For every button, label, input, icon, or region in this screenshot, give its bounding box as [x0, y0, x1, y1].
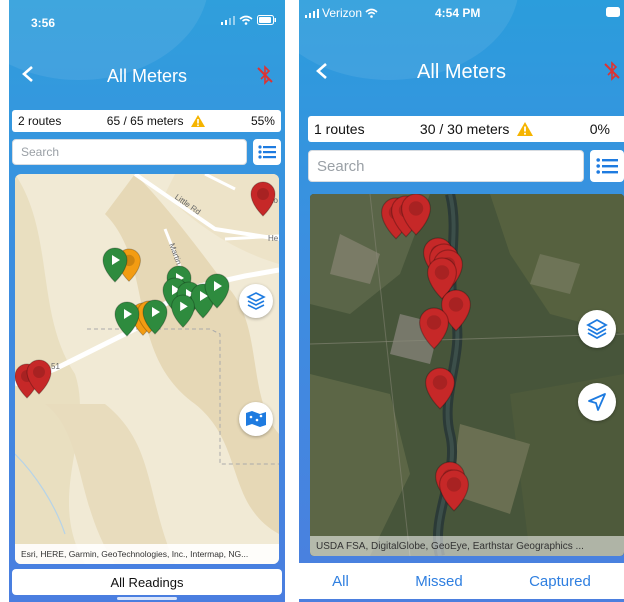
status-bar: Verizon 4:54 PM [299, 0, 624, 40]
navigation-arrow-icon [588, 393, 606, 411]
wifi-icon [365, 8, 378, 18]
map-icon [246, 411, 266, 427]
layers-button[interactable] [578, 310, 616, 348]
meter-marker[interactable] [114, 301, 140, 337]
tab-captured[interactable]: Captured [529, 573, 591, 590]
map-view[interactable]: USDA FSA, DigitalGlobe, GeoEye, Earthsta… [310, 194, 624, 556]
map-attribution: Esri, HERE, Garmin, GeoTechnologies, Inc… [15, 544, 279, 564]
map-view[interactable]: Little Rd Martin St Lo He 51 Esri, HERE,… [15, 174, 279, 564]
meters-count: 65 / 65 meters [106, 114, 184, 128]
bluetooth-disabled-icon [604, 61, 620, 81]
warning-icon[interactable] [516, 121, 534, 137]
page-title: All Meters [106, 66, 187, 86]
signal-icon [305, 9, 319, 18]
filter-selector[interactable]: All Readings [12, 569, 282, 595]
meter-marker[interactable] [102, 247, 128, 283]
search-row: Search [308, 150, 624, 182]
meter-summary: 2 routes 65 / 65 meters 55% [12, 110, 281, 132]
current-location-button[interactable] [578, 383, 616, 421]
left-phone-screen: 3:56 All Meters 2 routes 65 / 65 meters … [9, 0, 285, 602]
list-icon [258, 145, 276, 159]
list-view-button[interactable] [590, 150, 624, 182]
search-placeholder: Search [317, 157, 365, 175]
home-indicator [117, 597, 177, 600]
carrier-group: Verizon [305, 6, 378, 20]
layers-button[interactable] [239, 284, 273, 318]
search-placeholder: Search [21, 145, 60, 159]
bluetooth-disabled-icon [257, 65, 273, 85]
meter-summary: 1 routes 30 / 30 meters 0% [308, 116, 624, 142]
meter-marker[interactable] [424, 367, 456, 410]
status-bar: 3:56 [9, 0, 285, 40]
meter-marker[interactable] [250, 181, 276, 217]
map-legend-button[interactable] [239, 402, 273, 436]
status-time: 4:54 PM [435, 6, 481, 20]
bluetooth-disabled-button[interactable] [602, 61, 622, 81]
map-attribution: USDA FSA, DigitalGlobe, GeoEye, Earthsta… [310, 536, 624, 556]
page-title: All Meters [417, 61, 506, 83]
routes-count: 1 routes [314, 121, 365, 137]
completion-percent: 55% [250, 114, 275, 128]
layers-icon [246, 292, 266, 310]
meter-marker[interactable] [438, 469, 470, 512]
tab-all[interactable]: All [332, 573, 349, 590]
nav-bar: All Meters [299, 58, 624, 94]
wifi-icon [239, 15, 253, 25]
meter-markers [15, 181, 276, 399]
status-time: 3:56 [31, 16, 56, 30]
filter-tab-bar: All Missed Captured [299, 563, 624, 599]
filter-label: All Readings [110, 574, 184, 590]
meter-marker[interactable] [418, 307, 450, 350]
tab-missed[interactable]: Missed [415, 573, 463, 590]
search-row: Search [12, 139, 281, 165]
meters-count: 30 / 30 meters [419, 121, 510, 137]
nav-bar: All Meters [9, 62, 285, 98]
status-icons [221, 15, 277, 25]
search-input[interactable]: Search [12, 139, 247, 165]
search-input[interactable]: Search [308, 150, 584, 182]
layers-icon [586, 318, 608, 340]
routes-count: 2 routes [18, 114, 62, 128]
warning-icon[interactable] [190, 114, 206, 128]
right-phone-screen: Verizon 4:54 PM All Meters 1 routes 30 /… [299, 0, 624, 602]
bluetooth-disabled-button[interactable] [255, 65, 275, 85]
list-view-button[interactable] [253, 139, 281, 165]
carrier-name: Verizon [322, 6, 363, 20]
signal-icon [221, 16, 235, 25]
battery-icon [257, 15, 276, 25]
meter-marker[interactable] [171, 294, 195, 328]
list-icon [596, 158, 618, 174]
meter-markers [380, 194, 472, 512]
completion-percent: 0% [589, 121, 610, 137]
battery-icon [606, 7, 620, 17]
